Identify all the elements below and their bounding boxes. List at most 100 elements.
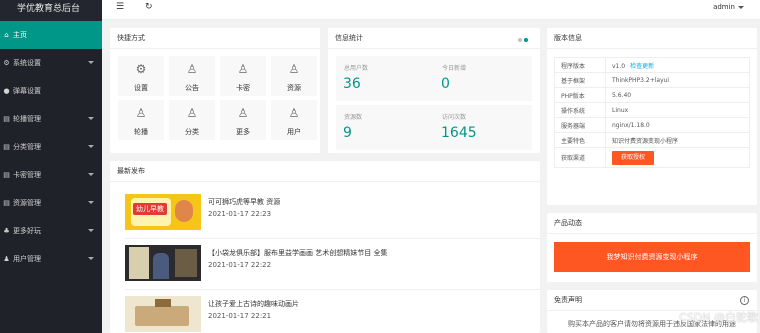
shortcut-label: 用户	[287, 128, 301, 136]
shortcut-tile[interactable]: ♙ 分类	[169, 100, 215, 140]
version-row: 主要特色 知识付费资源变现小程序	[554, 132, 750, 148]
sidebar-item[interactable]: ▤ 资源管理	[0, 189, 102, 217]
sidebar-item[interactable]: ▤ 分类管理	[0, 133, 102, 161]
carousel-dot[interactable]	[518, 38, 522, 42]
stat-value: 1645	[441, 125, 477, 141]
post-item[interactable]: 让孩子爱上古诗的趣味动画片 2021-01-17 22:21	[117, 296, 542, 333]
user-icon: ♟	[3, 255, 10, 263]
app-title: 学优教育总后台	[0, 0, 102, 21]
shortcut-label: 资源	[287, 84, 301, 92]
shortcut-label: 设置	[134, 84, 148, 92]
version-value-cell: 5.6.40	[605, 87, 750, 103]
version-row: 基于框架 ThinkPHP3.2+layui	[554, 72, 750, 88]
version-key: 基于框架	[554, 72, 606, 88]
post-date: 2021-01-17 22:21	[208, 312, 272, 320]
stat-label: 资源数	[344, 114, 363, 121]
shortcut-label: 卡密	[236, 84, 250, 92]
gear-icon: ⚙	[3, 59, 10, 67]
version-value-cell: nginx/1.18.0	[605, 117, 750, 133]
divider	[124, 289, 542, 290]
product-title: 产品动态	[547, 213, 757, 234]
post-thumbnail[interactable]: 幼儿早教	[125, 194, 201, 230]
version-value-cell: 知识付费资源变现小程序	[605, 132, 750, 148]
stat-label: 访问次数	[442, 114, 467, 121]
version-row: 程序版本 v1.0 检查更新	[554, 57, 750, 73]
carousel-dot-active[interactable]	[524, 38, 528, 42]
version-value: 知识付费资源变现小程序	[612, 137, 679, 145]
version-value: v1.0	[612, 62, 626, 70]
stat-box: 今日新增 0	[434, 56, 532, 101]
post-title[interactable]: 让孩子爱上古诗的趣味动画片	[208, 299, 299, 309]
sidebar-item[interactable]: ⌂ 主页	[0, 21, 102, 49]
version-value: Linux	[612, 106, 629, 114]
user-menu[interactable]: admin	[713, 3, 744, 11]
sidebar-item[interactable]: ▤ 卡密管理	[0, 161, 102, 189]
product-card: 产品动态 我梦知识付费资源变现小程序	[547, 213, 757, 282]
post-date: 2021-01-17 22:22	[208, 261, 272, 269]
check-update-link[interactable]: 检查更新	[630, 63, 654, 70]
version-row: 操作系统 Linux	[554, 102, 750, 118]
shortcuts-grid: ⚙ 设置 ♙ 公告 ♙ 卡密 ♙ 资源 ♙ 轮播 ♙ 分类 ♙ 更多 ♙ 用户	[118, 56, 320, 140]
shortcut-tile[interactable]: ♙ 卡密	[220, 56, 266, 96]
gear-icon: ⚙	[135, 62, 147, 76]
stat-value: 0	[441, 76, 450, 92]
chevron-down-icon	[88, 145, 94, 148]
post-title[interactable]: 可可狮巧虎等早教 资源	[208, 197, 280, 207]
stat-value: 9	[343, 125, 352, 141]
version-key: 主要特色	[554, 132, 606, 148]
shortcut-label: 更多	[236, 128, 250, 136]
stat-label: 总用户数	[344, 65, 369, 72]
sidebar-item-label: 系统设置	[13, 59, 41, 67]
get-license-button[interactable]: 获取授权	[612, 150, 655, 165]
version-value-cell: v1.0 检查更新	[605, 57, 750, 73]
person-icon: ♙	[186, 62, 198, 76]
version-row: 服务器端 nginx/1.18.0	[554, 117, 750, 133]
shortcut-tile[interactable]: ⚙ 设置	[118, 56, 164, 96]
watermark: CSDN @白驼歌	[679, 311, 758, 324]
shortcut-tile[interactable]: ♙ 轮播	[118, 100, 164, 140]
shortcut-tile[interactable]: ♙ 资源	[271, 56, 317, 96]
post-item[interactable]: 幼儿早教 可可狮巧虎等早教 资源 2021-01-17 22:23	[117, 194, 542, 239]
version-key: 程序版本	[554, 57, 606, 73]
refresh-icon[interactable]: ↻	[145, 2, 153, 12]
divider	[124, 238, 542, 239]
post-item[interactable]: 【小袋龙俱乐部】服布里益学画画 艺术创想精妹节目 全集 2021-01-17 22…	[117, 245, 542, 290]
sidebar-item-label: 更多好玩	[13, 227, 41, 235]
info-icon[interactable]: i	[740, 296, 749, 305]
sidebar-item[interactable]: ♣ 更多好玩	[0, 217, 102, 245]
post-thumbnail[interactable]	[125, 296, 201, 332]
home-icon: ⌂	[4, 31, 9, 39]
chevron-down-icon	[738, 5, 744, 9]
category-icon: ▤	[3, 143, 10, 151]
shortcut-tile[interactable]: ♙ 公告	[169, 56, 215, 96]
shortcuts-title: 快捷方式	[110, 28, 320, 49]
product-button[interactable]: 我梦知识付费资源变现小程序	[554, 242, 750, 272]
stat-value: 36	[343, 76, 361, 92]
person-icon: ♙	[237, 62, 249, 76]
sidebar-item[interactable]: ⚙ 系统设置	[0, 49, 102, 77]
slides-icon: ▤	[3, 115, 10, 123]
menu-icon[interactable]: ☰	[116, 2, 124, 12]
version-table: 程序版本 v1.0 检查更新 基于框架 ThinkPHP3.2+layui PHP版本 5.…	[554, 57, 750, 168]
person-icon: ♙	[288, 62, 300, 76]
stat-label: 今日新增	[442, 65, 467, 72]
post-title[interactable]: 【小袋龙俱乐部】服布里益学画画 艺术创想精妹节目 全集	[208, 248, 387, 258]
card-icon: ▤	[3, 171, 10, 179]
post-thumbnail[interactable]	[125, 245, 201, 281]
thumb-caption: 幼儿早教	[133, 203, 167, 215]
sidebar-item[interactable]: ♟ 用户管理	[0, 245, 102, 273]
shortcut-tile[interactable]: ♙ 用户	[271, 100, 317, 140]
sidebar-item[interactable]: ▤ 轮播管理	[0, 105, 102, 133]
disclaimer-title: 免责声明	[547, 290, 757, 311]
resource-icon: ▤	[3, 199, 10, 207]
sidebar-item[interactable]: ● 弹幕设置	[0, 77, 102, 105]
sidebar-item-label: 资源管理	[13, 199, 41, 207]
version-title: 版本信息	[547, 28, 757, 49]
version-value-cell: Linux	[605, 102, 750, 118]
version-value: 5.6.40	[612, 91, 632, 99]
version-key: 服务器端	[554, 117, 606, 133]
sidebar-item-label: 轮播管理	[13, 115, 41, 123]
chevron-down-icon	[88, 257, 94, 260]
shortcut-tile[interactable]: ♙ 更多	[220, 100, 266, 140]
carousel-dots[interactable]	[516, 36, 528, 44]
